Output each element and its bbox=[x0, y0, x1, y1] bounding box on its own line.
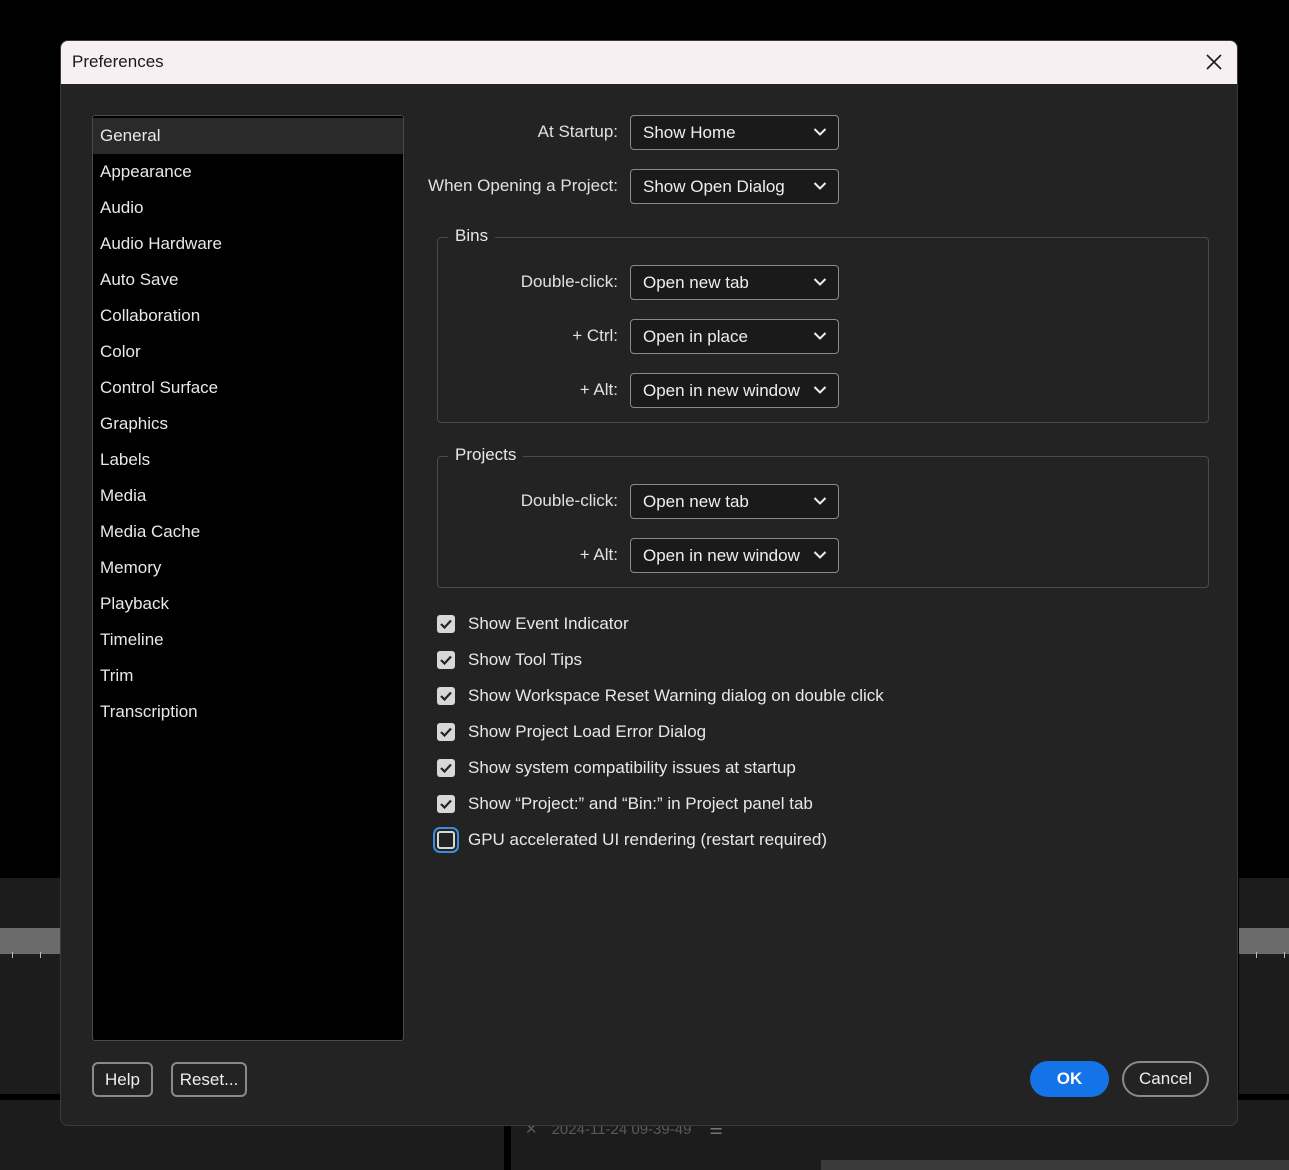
sidebar-item-graphics[interactable]: Graphics bbox=[93, 406, 403, 442]
background-scrollbar bbox=[821, 1160, 1289, 1170]
sidebar-item-general[interactable]: General bbox=[93, 118, 403, 154]
when-opening-project-label: When Opening a Project: bbox=[428, 176, 618, 195]
projects-alt-value: Open in new window bbox=[643, 546, 800, 565]
projects-alt-label: + Alt: bbox=[579, 545, 618, 564]
sidebar-item-labels[interactable]: Labels bbox=[93, 442, 403, 478]
help-button[interactable]: Help bbox=[92, 1062, 153, 1097]
projects-legend: Projects bbox=[448, 445, 524, 465]
close-button[interactable] bbox=[1203, 51, 1225, 73]
checkbox-checked-icon bbox=[437, 795, 455, 813]
preferences-category-list: General Appearance Audio Audio Hardware … bbox=[92, 115, 404, 1041]
show-project-load-error-label: Show Project Load Error Dialog bbox=[468, 722, 707, 741]
bins-double-click-value: Open new tab bbox=[643, 273, 749, 292]
ok-button[interactable]: OK bbox=[1030, 1061, 1109, 1097]
sidebar-item-memory[interactable]: Memory bbox=[93, 550, 403, 586]
bins-ctrl-label: + Ctrl: bbox=[572, 326, 618, 345]
sidebar-item-appearance[interactable]: Appearance bbox=[93, 154, 403, 190]
gpu-accelerated-ui-label: GPU accelerated UI rendering (restart re… bbox=[468, 830, 828, 849]
projects-alt-select[interactable]: Open in new window bbox=[630, 538, 839, 573]
bins-double-click-select[interactable]: Open new tab bbox=[630, 265, 839, 300]
chevron-down-icon bbox=[813, 497, 827, 505]
sidebar-item-audio-hardware[interactable]: Audio Hardware bbox=[93, 226, 403, 262]
bins-alt-label: + Alt: bbox=[579, 380, 618, 399]
sidebar-item-trim[interactable]: Trim bbox=[93, 658, 403, 694]
sidebar-item-playback[interactable]: Playback bbox=[93, 586, 403, 622]
sidebar-item-media-cache[interactable]: Media Cache bbox=[93, 514, 403, 550]
chevron-down-icon bbox=[813, 278, 827, 286]
chevron-down-icon bbox=[813, 386, 827, 394]
checkbox-checked-icon bbox=[437, 651, 455, 669]
gpu-accelerated-ui-checkbox[interactable]: GPU accelerated UI rendering (restart re… bbox=[437, 828, 827, 852]
background-panel-right bbox=[1239, 878, 1289, 1094]
bins-ctrl-select[interactable]: Open in place bbox=[630, 319, 839, 354]
checkbox-unchecked-icon bbox=[437, 831, 455, 849]
chevron-down-icon bbox=[813, 332, 827, 340]
sidebar-item-media[interactable]: Media bbox=[93, 478, 403, 514]
sidebar-item-timeline[interactable]: Timeline bbox=[93, 622, 403, 658]
projects-double-click-value: Open new tab bbox=[643, 492, 749, 511]
background-timeline-ruler-left bbox=[0, 928, 60, 954]
bins-alt-select[interactable]: Open in new window bbox=[630, 373, 839, 408]
show-workspace-reset-warning-label: Show Workspace Reset Warning dialog on d… bbox=[468, 686, 884, 705]
sidebar-item-transcription[interactable]: Transcription bbox=[93, 694, 403, 730]
checkbox-checked-icon bbox=[437, 615, 455, 633]
cancel-button[interactable]: Cancel bbox=[1122, 1061, 1209, 1097]
checkbox-checked-icon bbox=[437, 687, 455, 705]
projects-double-click-select[interactable]: Open new tab bbox=[630, 484, 839, 519]
at-startup-label: At Startup: bbox=[537, 122, 618, 141]
sidebar-item-collaboration[interactable]: Collaboration bbox=[93, 298, 403, 334]
checkbox-checked-icon bbox=[437, 723, 455, 741]
ruler-tick bbox=[1256, 952, 1257, 958]
when-opening-project-select[interactable]: Show Open Dialog bbox=[630, 169, 839, 204]
chevron-down-icon bbox=[813, 182, 827, 190]
projects-double-click-label: Double-click: bbox=[520, 491, 618, 510]
bins-double-click-label: Double-click: bbox=[520, 272, 618, 291]
at-startup-select[interactable]: Show Home bbox=[630, 115, 839, 150]
ruler-tick bbox=[40, 952, 41, 958]
show-event-indicator-checkbox[interactable]: Show Event Indicator bbox=[437, 612, 629, 636]
sidebar-item-control-surface[interactable]: Control Surface bbox=[93, 370, 403, 406]
close-icon bbox=[1206, 54, 1222, 70]
sidebar-item-audio[interactable]: Audio bbox=[93, 190, 403, 226]
checkbox-checked-icon bbox=[437, 759, 455, 777]
chevron-down-icon bbox=[813, 551, 827, 559]
chevron-down-icon bbox=[813, 128, 827, 136]
bins-alt-value: Open in new window bbox=[643, 381, 800, 400]
show-compatibility-issues-checkbox[interactable]: Show system compatibility issues at star… bbox=[437, 756, 796, 780]
show-workspace-reset-warning-checkbox[interactable]: Show Workspace Reset Warning dialog on d… bbox=[437, 684, 884, 708]
show-tool-tips-label: Show Tool Tips bbox=[468, 650, 583, 669]
bins-legend: Bins bbox=[448, 226, 496, 246]
show-project-bin-in-tab-checkbox[interactable]: Show “Project:” and “Bin:” in Project pa… bbox=[437, 792, 813, 816]
background-panel-left bbox=[0, 878, 60, 1094]
when-opening-project-value: Show Open Dialog bbox=[643, 177, 785, 196]
preferences-dialog: Preferences General Appearance Audio Aud… bbox=[60, 40, 1238, 1126]
show-tool-tips-checkbox[interactable]: Show Tool Tips bbox=[437, 648, 582, 672]
bins-ctrl-value: Open in place bbox=[643, 327, 748, 346]
show-event-indicator-label: Show Event Indicator bbox=[468, 614, 629, 633]
show-project-bin-in-tab-label: Show “Project:” and “Bin:” in Project pa… bbox=[468, 794, 813, 813]
background-timeline-ruler-right bbox=[1239, 928, 1289, 954]
sidebar-item-color[interactable]: Color bbox=[93, 334, 403, 370]
ruler-tick bbox=[12, 952, 13, 958]
dialog-title: Preferences bbox=[72, 52, 164, 71]
show-compatibility-issues-label: Show system compatibility issues at star… bbox=[468, 758, 796, 777]
ruler-tick bbox=[1284, 952, 1285, 958]
title-bar: Preferences bbox=[61, 41, 1237, 84]
sidebar-item-auto-save[interactable]: Auto Save bbox=[93, 262, 403, 298]
at-startup-value: Show Home bbox=[643, 123, 736, 142]
show-project-load-error-checkbox[interactable]: Show Project Load Error Dialog bbox=[437, 720, 706, 744]
reset-button[interactable]: Reset... bbox=[171, 1062, 247, 1097]
